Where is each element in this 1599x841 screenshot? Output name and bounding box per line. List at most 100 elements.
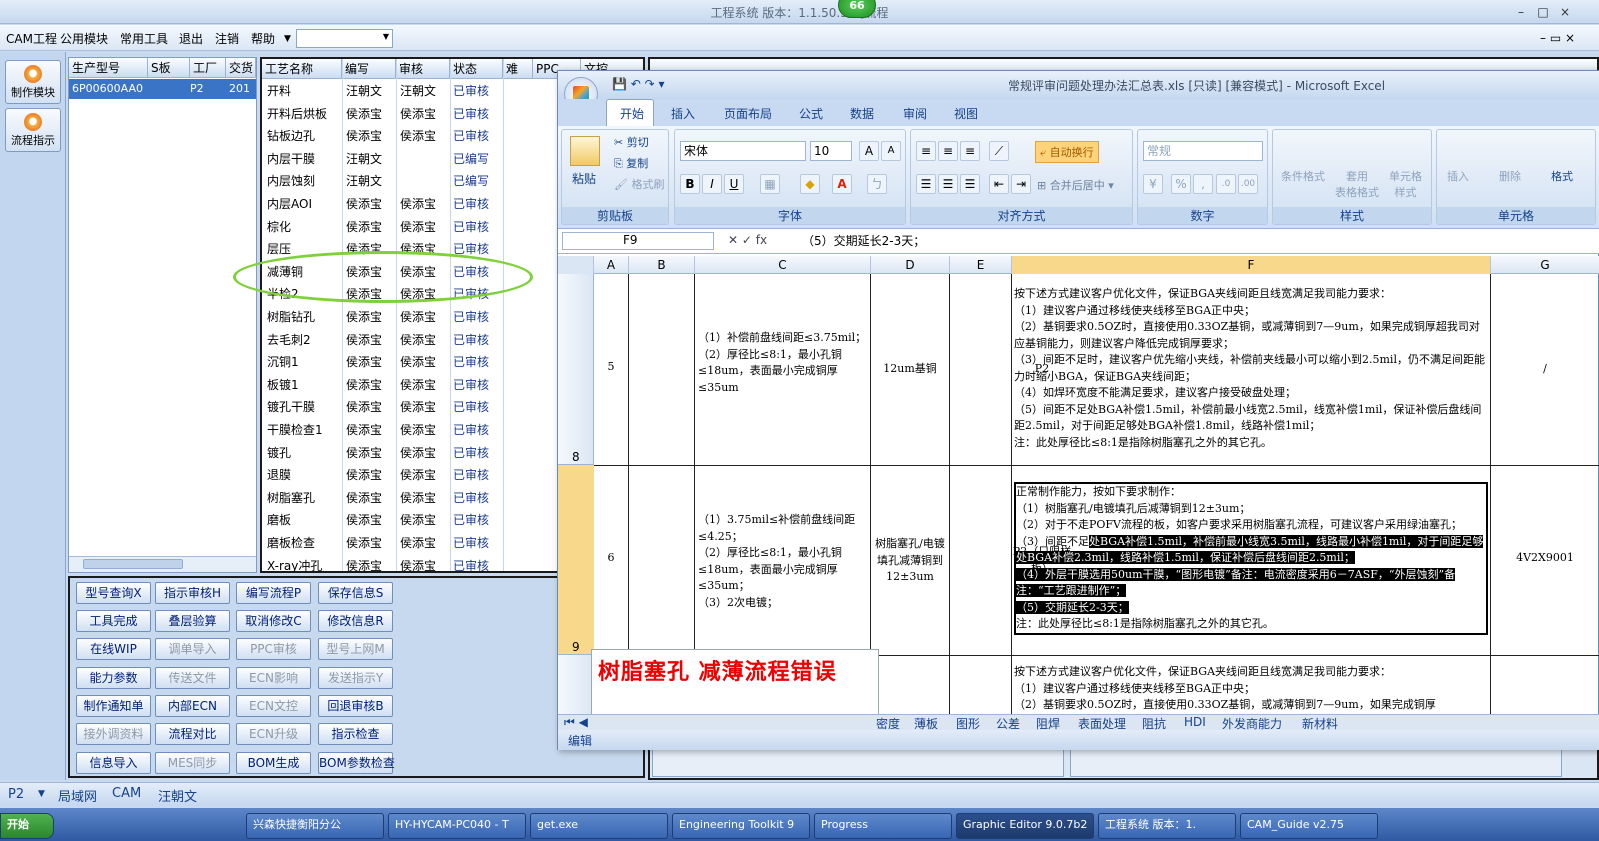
format-cells-button[interactable]: 格式: [1551, 168, 1573, 184]
taskbar-item[interactable]: 兴森快捷衡阳分公: [246, 813, 384, 839]
table-row[interactable]: 内层AOI 侯添宝 侯添宝 已审核: [262, 193, 562, 216]
cell-style-button[interactable]: 单元格 样式: [1389, 168, 1422, 200]
row-8[interactable]: 8: [572, 450, 580, 464]
status-factory[interactable]: P2: [8, 787, 24, 802]
function-button[interactable]: 型号查询X: [76, 582, 151, 604]
menu-cam[interactable]: CAM工程: [6, 30, 57, 47]
chevron-down-icon[interactable]: ▼: [38, 789, 45, 799]
cell-a9[interactable]: 6: [594, 550, 628, 567]
row-9[interactable]: 9: [572, 640, 580, 654]
taskbar-item[interactable]: Engineering Toolkit 9: [672, 813, 810, 839]
menu-tools[interactable]: 常用工具: [120, 30, 168, 47]
wrap-text-button[interactable]: ⤶ 自动换行: [1035, 141, 1099, 163]
cell-c9[interactable]: （1）3.75mil≤补偿前盘线间距≤4.25； （2）厚径比≤8:1，最小孔铜…: [698, 512, 868, 611]
function-button[interactable]: ECN升级: [236, 723, 311, 745]
italic-icon[interactable]: I: [702, 174, 722, 194]
align-center-icon[interactable]: ☰: [938, 174, 958, 194]
menu-logout[interactable]: 注销: [215, 30, 239, 47]
col-header[interactable]: 交货: [226, 58, 256, 78]
font-color-icon[interactable]: A: [832, 174, 852, 194]
col-d[interactable]: D: [871, 256, 950, 274]
function-button[interactable]: 叠层验算: [155, 610, 230, 632]
comma-icon[interactable]: ,: [1193, 174, 1213, 194]
menu-public[interactable]: 公用模块: [60, 30, 108, 47]
table-row[interactable]: 退膜 侯添宝 侯添宝 已审核: [262, 464, 562, 487]
align-bottom-icon[interactable]: ≡: [960, 141, 980, 161]
function-button[interactable]: 在线WIP: [76, 638, 151, 660]
table-row[interactable]: 内层干膜 汪朝文 已编写: [262, 148, 562, 171]
tab-insert[interactable]: 插入: [671, 105, 695, 122]
col-f[interactable]: F: [1012, 256, 1491, 274]
close-icon[interactable]: ×: [1554, 4, 1576, 20]
table-row[interactable]: 干膜检查1 侯添宝 侯添宝 已审核: [262, 419, 562, 442]
table-format-button[interactable]: 套用 表格格式: [1335, 168, 1379, 200]
col-c[interactable]: C: [695, 256, 871, 274]
select-all-corner[interactable]: [558, 256, 594, 274]
table-row[interactable]: 钻板边孔 侯添宝 侯添宝 已审核: [262, 125, 562, 148]
col-header[interactable]: 审核: [396, 59, 450, 79]
decrease-indent-icon[interactable]: ⇤: [989, 174, 1009, 194]
col-a[interactable]: A: [594, 256, 629, 274]
insert-cells-button[interactable]: 插入: [1447, 168, 1469, 184]
cut-button[interactable]: ✂ 剪切: [614, 134, 649, 150]
function-button[interactable]: 指示审核H: [155, 582, 230, 604]
taskbar-item[interactable]: get.exe: [530, 813, 668, 839]
function-button[interactable]: 工具完成: [76, 610, 151, 632]
mdi-window-controls[interactable]: – ▭ ×: [1540, 31, 1575, 45]
quick-access-toolbar[interactable]: 💾 ↶ ↷ ▾: [612, 77, 665, 91]
taskbar-item[interactable]: CAM_Guide v2.75: [1240, 813, 1378, 839]
align-right-icon[interactable]: ☰: [960, 174, 980, 194]
font-name-select[interactable]: 宋体: [680, 141, 806, 161]
sheet-nav-icon[interactable]: ⏮ ◀: [564, 715, 588, 730]
cell-g8[interactable]: /: [1492, 361, 1598, 378]
copy-button[interactable]: ⎘ 复制: [614, 155, 648, 171]
number-format-select[interactable]: 常规: [1143, 141, 1263, 161]
col-header[interactable]: 难: [503, 59, 533, 79]
increase-indent-icon[interactable]: ⇥: [1011, 174, 1031, 194]
border-icon[interactable]: ▦: [760, 174, 780, 194]
tab-review[interactable]: 审阅: [903, 105, 927, 122]
function-button[interactable]: 修改信息R: [318, 610, 393, 632]
minimize-icon[interactable]: –: [1510, 4, 1532, 20]
decrease-decimal-icon[interactable]: .00: [1238, 174, 1258, 194]
paste-icon[interactable]: [570, 136, 600, 166]
menu-help[interactable]: 帮助: [251, 30, 275, 47]
shrink-font-icon[interactable]: A: [881, 141, 901, 161]
table-row-selected[interactable]: 6P00600AA0 P2 201: [69, 79, 256, 99]
function-button[interactable]: 取消修改C: [236, 610, 311, 632]
col-header[interactable]: 工厂: [190, 58, 226, 78]
function-button[interactable]: PPC审核: [236, 638, 311, 660]
cell-f9-selected[interactable]: 正常制作能力，按如下要求制作： （1）树脂塞孔/电镀填孔后减薄铜到12±3um；…: [1014, 482, 1488, 635]
table-row[interactable]: 磨板 侯添宝 侯添宝 已审核: [262, 509, 562, 532]
cell-f10[interactable]: 按下述方式建议客户优化文件，保证BGA夹线间距且线宽满足我司能力要求： （1）建…: [1014, 664, 1488, 714]
taskbar-item-active[interactable]: Graphic Editor 9.0.7b2: [956, 813, 1094, 839]
maximize-icon[interactable]: □: [1532, 4, 1554, 20]
table-row[interactable]: 板镀1 侯添宝 侯添宝 已审核: [262, 374, 562, 397]
formula-input[interactable]: （5）交期延长2-3天；: [796, 232, 1596, 250]
fill-color-icon[interactable]: ◆: [800, 174, 820, 194]
function-button[interactable]: 保存信息S: [318, 582, 393, 604]
function-button[interactable]: 编写流程P: [236, 582, 311, 604]
align-left-icon[interactable]: ☰: [916, 174, 936, 194]
flow-guide-button[interactable]: ● 流程指示: [5, 108, 61, 152]
table-row[interactable]: 树脂钻孔 侯添宝 侯添宝 已审核: [262, 306, 562, 329]
cell-g9[interactable]: 4V2X9001: [1492, 550, 1598, 567]
taskbar-item[interactable]: HY-HYCAM-PC040 - T: [388, 813, 526, 839]
col-header[interactable]: 状态: [450, 59, 503, 79]
function-button[interactable]: 信息导入: [76, 752, 151, 774]
merge-center-button[interactable]: ⊞ 合并后居中 ▾: [1037, 177, 1114, 193]
table-row[interactable]: 镀孔干膜 侯添宝 侯添宝 已审核: [262, 396, 562, 419]
percent-icon[interactable]: %: [1171, 174, 1191, 194]
tab-view[interactable]: 视图: [954, 105, 978, 122]
font-size-select[interactable]: 10: [810, 141, 852, 161]
function-button[interactable]: BOM生成: [236, 752, 311, 774]
function-button[interactable]: ECN影响: [236, 667, 311, 689]
col-header[interactable]: S板: [148, 58, 190, 78]
format-painter-button[interactable]: 🖌 格式刷: [614, 176, 664, 192]
table-row[interactable]: 磨板检查 侯添宝 侯添宝 已审核: [262, 532, 562, 555]
table-row[interactable]: 棕化 侯添宝 侯添宝 已审核: [262, 216, 562, 239]
function-button[interactable]: 流程对比: [155, 723, 230, 745]
menu-select[interactable]: ▼: [296, 29, 393, 48]
table-row[interactable]: 去毛刺2 侯添宝 侯添宝 已审核: [262, 329, 562, 352]
function-button[interactable]: 调单导入: [155, 638, 230, 660]
